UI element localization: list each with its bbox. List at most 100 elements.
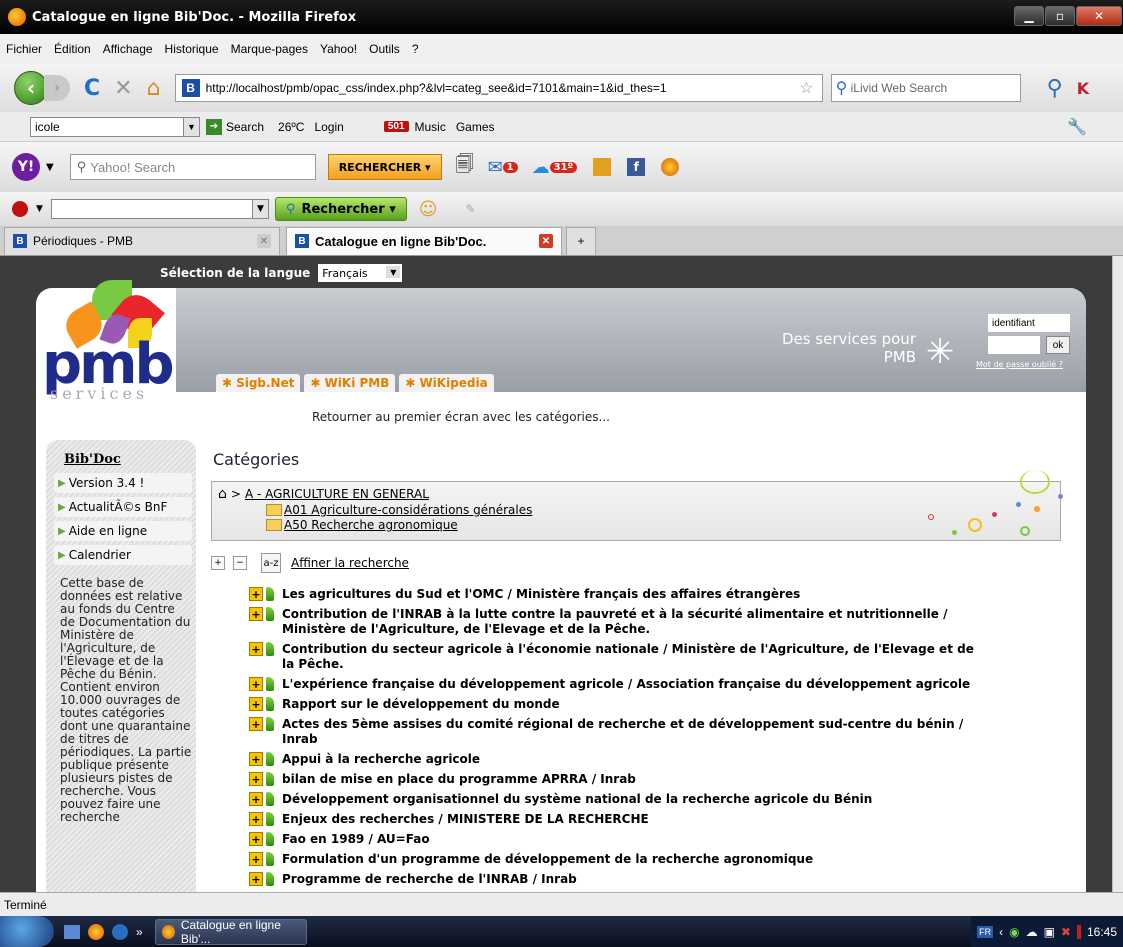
maximize-button[interactable]: ▫ <box>1045 6 1075 26</box>
toolbar-combo[interactable]: icole ▼ <box>30 116 200 137</box>
list-item[interactable]: + bilan de mise en place du programme APR… <box>249 772 989 787</box>
list-item[interactable]: + Les agricultures du Sud et l'OMC / Mini… <box>249 587 989 602</box>
pencil-icon[interactable]: ✎ <box>466 202 476 216</box>
chevron-right-icon[interactable]: » <box>136 925 143 939</box>
search-go-icon[interactable]: ⚲ <box>1047 76 1063 101</box>
tab-catalogue[interactable]: B Catalogue en ligne Bib'Doc. ✕ <box>286 226 562 255</box>
addon-red-icon[interactable] <box>12 201 28 217</box>
subcategory-a50[interactable]: A50 Recherche agronomique <box>266 518 1054 532</box>
refine-search-link[interactable]: Affiner la recherche <box>291 556 409 570</box>
login-ok-button[interactable]: ok <box>1046 336 1070 354</box>
weather-text[interactable]: 26ºC <box>278 120 304 134</box>
addon-k-icon[interactable]: K <box>1077 79 1089 98</box>
menu-yahoo[interactable]: Yahoo! <box>320 42 357 56</box>
chevron-down-icon[interactable]: ▼ <box>36 204 43 214</box>
list-item[interactable]: + Enjeux des recherches / MINISTERE DE LA… <box>249 812 989 827</box>
menu-fichier[interactable]: Fichier <box>6 42 42 56</box>
close-tab-icon[interactable]: ✕ <box>257 234 271 248</box>
plus-icon[interactable]: + <box>249 587 263 601</box>
games-icon[interactable] <box>593 158 612 176</box>
monitor-icon[interactable]: ▣ <box>1044 925 1055 939</box>
sidebar-item-version[interactable]: ▶ Version 3.4 ! <box>54 473 192 493</box>
yahoo-search-input[interactable]: ⚲ Yahoo! Search <box>69 154 316 180</box>
menu-affichage[interactable]: Affichage <box>103 42 153 56</box>
forward-button[interactable]: › <box>44 75 70 101</box>
plus-icon[interactable]: + <box>249 852 263 866</box>
cloud-icon[interactable]: ☁ <box>1026 925 1038 939</box>
minimize-button[interactable]: ▁ <box>1014 6 1044 26</box>
collapse-all-icon[interactable]: − <box>233 556 247 570</box>
sort-az-icon[interactable]: a-z <box>261 553 281 573</box>
menu-marque-pages[interactable]: Marque-pages <box>231 42 308 56</box>
list-item[interactable]: + Contribution du secteur agricole à l'éc… <box>249 642 989 672</box>
wrench-icon[interactable]: 🔧 <box>1067 117 1087 137</box>
bookmark-star-icon[interactable]: ☆ <box>799 78 813 98</box>
home-icon[interactable]: ⌂ <box>147 76 161 101</box>
plus-icon[interactable]: + <box>249 832 263 846</box>
new-tab-button[interactable]: + <box>566 226 596 255</box>
facebook-icon[interactable]: f <box>627 158 646 176</box>
link-sigb-net[interactable]: ✱ Sigb.Net <box>216 374 301 392</box>
plus-icon[interactable]: + <box>249 812 263 826</box>
link-wiki-pmb[interactable]: ✱ WiKi PMB <box>304 374 396 392</box>
plus-icon[interactable]: + <box>249 677 263 691</box>
toolbar-search-button[interactable]: Search <box>226 120 264 134</box>
list-item[interactable]: + Programme de recherche de l'INRAB / Inr… <box>249 872 989 887</box>
start-button[interactable] <box>0 916 54 947</box>
menu-outils[interactable]: Outils <box>369 42 400 56</box>
app-taskbar-icon[interactable] <box>112 923 128 940</box>
plus-icon[interactable]: + <box>249 697 263 711</box>
return-home-link[interactable]: Retourner au premier écran avec les caté… <box>312 410 610 424</box>
show-desktop-icon[interactable] <box>64 924 80 939</box>
plus-icon[interactable]: + <box>249 772 263 786</box>
document-icon[interactable]: 🗐 <box>456 152 474 182</box>
list-item[interactable]: + Fao en 1989 / AU=Fao <box>249 832 989 847</box>
sidebar-item-actualites[interactable]: ▶ ActualitÃ©s BnF <box>54 497 192 517</box>
menu-historique[interactable]: Historique <box>165 42 219 56</box>
menu-help[interactable]: ? <box>412 42 419 56</box>
yahoo-logo-icon[interactable]: Y! <box>12 153 40 181</box>
plus-icon[interactable]: + <box>249 872 263 886</box>
firefox-small-icon[interactable] <box>661 158 680 176</box>
close-button[interactable]: ✕ <box>1076 6 1122 26</box>
pmb-logo[interactable]: pmb services <box>36 280 196 418</box>
yahoo-search-button[interactable]: RECHERCHER ▾ <box>327 154 442 180</box>
menu-edition[interactable]: Édition <box>54 42 91 56</box>
security-icon[interactable]: ✖ <box>1061 925 1071 939</box>
subcategory-a01[interactable]: A01 Agriculture-considérations générales <box>266 503 1054 517</box>
toolbar3-combo[interactable]: ▼ <box>50 199 269 219</box>
music-link[interactable]: Music <box>415 120 446 134</box>
battery-icon[interactable] <box>1076 924 1081 939</box>
breadcrumb-category[interactable]: A - AGRICULTURE EN GENERAL <box>245 487 429 501</box>
plus-icon[interactable]: + <box>249 607 263 621</box>
list-item[interactable]: + Rapport sur le développement du monde <box>249 697 989 712</box>
list-item[interactable]: + Actes des 5ème assises du comité région… <box>249 717 989 747</box>
stop-icon[interactable]: ✕ <box>114 76 132 101</box>
clock[interactable]: 16:45 <box>1087 925 1117 939</box>
sidebar-item-aide[interactable]: ▶ Aide en ligne <box>54 521 192 541</box>
back-button[interactable]: ‹ <box>14 71 48 105</box>
list-item[interactable]: + Développement organisationnel du systèm… <box>249 792 989 807</box>
vertical-scrollbar[interactable] <box>1112 256 1123 892</box>
rechercher-button[interactable]: ⚲ Rechercher ▾ <box>274 197 407 221</box>
close-tab-icon[interactable]: ✕ <box>539 234 553 248</box>
password-input[interactable] <box>988 336 1040 354</box>
forgot-password-link[interactable]: Mot de passe oublié ? <box>976 360 1063 369</box>
mail-icon[interactable]: ✉ <box>488 157 503 178</box>
web-search-input[interactable]: ⚲ iLivid Web Search <box>830 74 1021 102</box>
login-input[interactable]: identifiant <box>988 314 1070 332</box>
language-select[interactable]: Français ▼ <box>318 264 403 282</box>
sidebar-title[interactable]: Bib'Doc <box>64 452 196 467</box>
expand-all-icon[interactable]: + <box>211 556 225 570</box>
list-item[interactable]: + L'expérience française du développement… <box>249 677 989 692</box>
link-wikipedia[interactable]: ✱ WiKipedia <box>399 374 494 392</box>
chevron-left-icon[interactable]: ‹ <box>999 925 1003 939</box>
chevron-down-icon[interactable]: ▼ <box>46 162 54 173</box>
list-item[interactable]: + Appui à la recherche agricole <box>249 752 989 767</box>
weather-cloud-icon[interactable]: ☁ <box>532 157 550 178</box>
smiley-icon[interactable]: ☺ <box>419 199 438 220</box>
games-link[interactable]: Games <box>456 120 495 134</box>
tab-periodiques[interactable]: B Périodiques - PMB ✕ <box>4 226 280 255</box>
plus-icon[interactable]: + <box>249 717 263 731</box>
plus-icon[interactable]: + <box>249 752 263 766</box>
